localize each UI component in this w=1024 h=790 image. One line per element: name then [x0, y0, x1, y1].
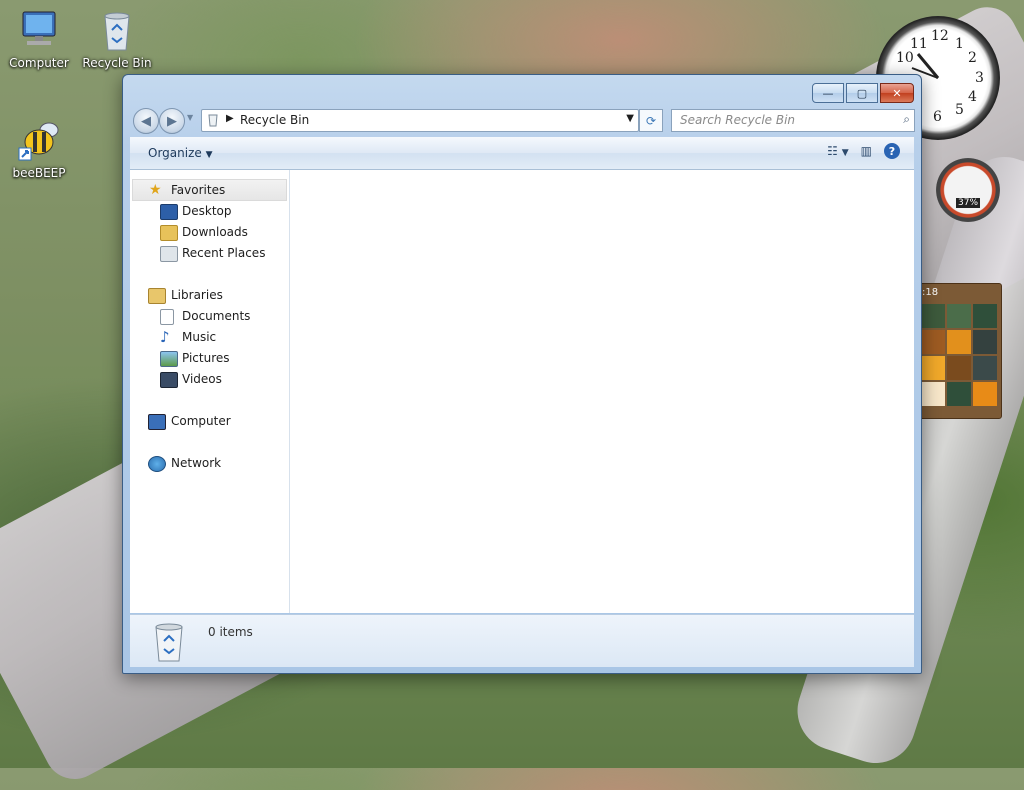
puzzle-timer: :18	[922, 287, 939, 298]
maximize-button[interactable]: ▢	[846, 83, 878, 103]
recycle-bin-large-icon	[155, 623, 183, 662]
puzzle-tile[interactable]	[947, 304, 971, 328]
computer-icon	[148, 414, 166, 430]
desktop-icon-beebeep[interactable]: beeBEEP	[3, 118, 75, 180]
breadcrumb-separator-icon[interactable]: ▶	[226, 113, 234, 124]
minimize-button[interactable]: —	[812, 83, 844, 103]
recycle-bin-small-icon	[208, 114, 218, 127]
close-button[interactable]: ✕	[880, 83, 914, 103]
forward-button[interactable]: ▶	[159, 108, 185, 134]
desktop-icon-label: Recycle Bin	[82, 56, 152, 70]
nav-item-libraries[interactable]: Libraries	[130, 285, 289, 305]
desktop-icon-computer[interactable]: Computer	[3, 8, 75, 70]
puzzle-tile[interactable]	[947, 356, 971, 380]
search-icon[interactable]: ⌕	[903, 112, 910, 127]
nav-item-desktop[interactable]: Desktop	[130, 201, 289, 221]
desktop-icon-recycle-bin[interactable]: Recycle Bin	[81, 8, 153, 70]
nav-label: Downloads	[182, 225, 248, 239]
organize-label: Organize	[148, 146, 202, 160]
puzzle-tile[interactable]	[947, 382, 971, 406]
nav-item-videos[interactable]: Videos	[130, 369, 289, 389]
file-list-empty[interactable]	[290, 170, 914, 613]
details-pane: 0 items	[130, 614, 914, 667]
star-icon: ★	[149, 182, 162, 198]
music-icon: ♪	[160, 328, 170, 346]
nav-item-network[interactable]: Network	[130, 453, 289, 473]
nav-label: Computer	[171, 414, 231, 428]
beebeep-icon	[17, 118, 61, 162]
downloads-folder-icon	[160, 225, 178, 241]
puzzle-tile[interactable]	[973, 382, 997, 406]
recent-places-icon	[160, 246, 178, 262]
documents-icon	[160, 309, 174, 325]
address-dropdown-icon[interactable]: ▼	[626, 113, 634, 124]
navigation-bar: ◀ ▶ ▼ ▶ Recycle Bin ▼ ⟳ Search Recycle B…	[131, 105, 915, 135]
nav-label: Music	[182, 330, 217, 344]
organize-button[interactable]: Organize ▼	[148, 146, 213, 160]
navigation-pane: ★ Favorites Desktop Downloads Recent Pla…	[130, 170, 290, 613]
nav-label: Recent Places	[182, 246, 266, 260]
nav-item-documents[interactable]: Documents	[130, 306, 289, 326]
explorer-window[interactable]: — ▢ ✕ ◀ ▶ ▼ ▶ Recycle Bin ▼ ⟳ Search Rec…	[122, 74, 922, 674]
address-bar[interactable]: ▶ Recycle Bin ▼	[201, 109, 639, 132]
nav-label: Favorites	[171, 183, 226, 197]
nav-item-recent-places[interactable]: Recent Places	[130, 243, 289, 263]
puzzle-tile[interactable]	[973, 304, 997, 328]
nav-label: Pictures	[182, 351, 230, 365]
nav-label: Libraries	[171, 288, 223, 302]
nav-label: Documents	[182, 309, 251, 323]
search-box[interactable]: Search Recycle Bin ⌕	[671, 109, 915, 132]
computer-icon	[17, 8, 61, 52]
desktop-icon	[160, 204, 178, 220]
puzzle-tile[interactable]	[921, 382, 945, 406]
caption-buttons: — ▢ ✕	[810, 83, 914, 103]
nav-item-computer[interactable]: Computer	[130, 411, 289, 431]
puzzle-tile[interactable]	[921, 330, 945, 354]
desktop-icon-label: Computer	[9, 56, 69, 70]
command-bar-right: ☷ ▼ ▥ ?	[827, 143, 900, 159]
refresh-button[interactable]: ⟳	[639, 109, 663, 132]
recycle-bin-icon	[95, 8, 139, 52]
nav-item-downloads[interactable]: Downloads	[130, 222, 289, 242]
network-icon	[148, 456, 166, 472]
pictures-icon	[160, 351, 178, 367]
chevron-down-icon: ▼	[205, 150, 213, 160]
view-dropdown-icon[interactable]: ▼	[842, 148, 849, 158]
picture-puzzle-gadget[interactable]: :18	[918, 283, 1002, 419]
puzzle-tile[interactable]	[973, 356, 997, 380]
help-icon[interactable]: ?	[884, 143, 900, 159]
nav-item-music[interactable]: ♪ Music	[130, 327, 289, 347]
puzzle-tile[interactable]	[921, 356, 945, 380]
change-view-button[interactable]: ☷ ▼	[827, 144, 849, 158]
nav-label: Videos	[182, 372, 222, 386]
command-bar: Organize ▼ ☷ ▼ ▥ ?	[130, 137, 914, 170]
recent-pages-dropdown-icon[interactable]: ▼	[187, 113, 193, 122]
puzzle-tile[interactable]	[973, 330, 997, 354]
nav-label: Network	[171, 456, 222, 470]
desktop-icon-label: beeBEEP	[12, 166, 66, 180]
libraries-icon	[148, 288, 166, 304]
preview-pane-button[interactable]: ▥	[861, 144, 872, 158]
nav-label: Desktop	[182, 204, 232, 218]
puzzle-tile[interactable]	[947, 330, 971, 354]
item-count: 0 items	[208, 625, 253, 639]
puzzle-tile[interactable]	[921, 304, 945, 328]
nav-item-favorites[interactable]: ★ Favorites	[132, 179, 287, 201]
search-placeholder: Search Recycle Bin	[680, 113, 796, 127]
nav-item-pictures[interactable]: Pictures	[130, 348, 289, 368]
videos-icon	[160, 372, 178, 388]
meter-percent: 37%	[956, 198, 981, 208]
cpu-meter-gadget[interactable]	[936, 158, 1000, 222]
breadcrumb-recycle-bin[interactable]: Recycle Bin	[240, 113, 309, 127]
back-button[interactable]: ◀	[133, 108, 159, 134]
